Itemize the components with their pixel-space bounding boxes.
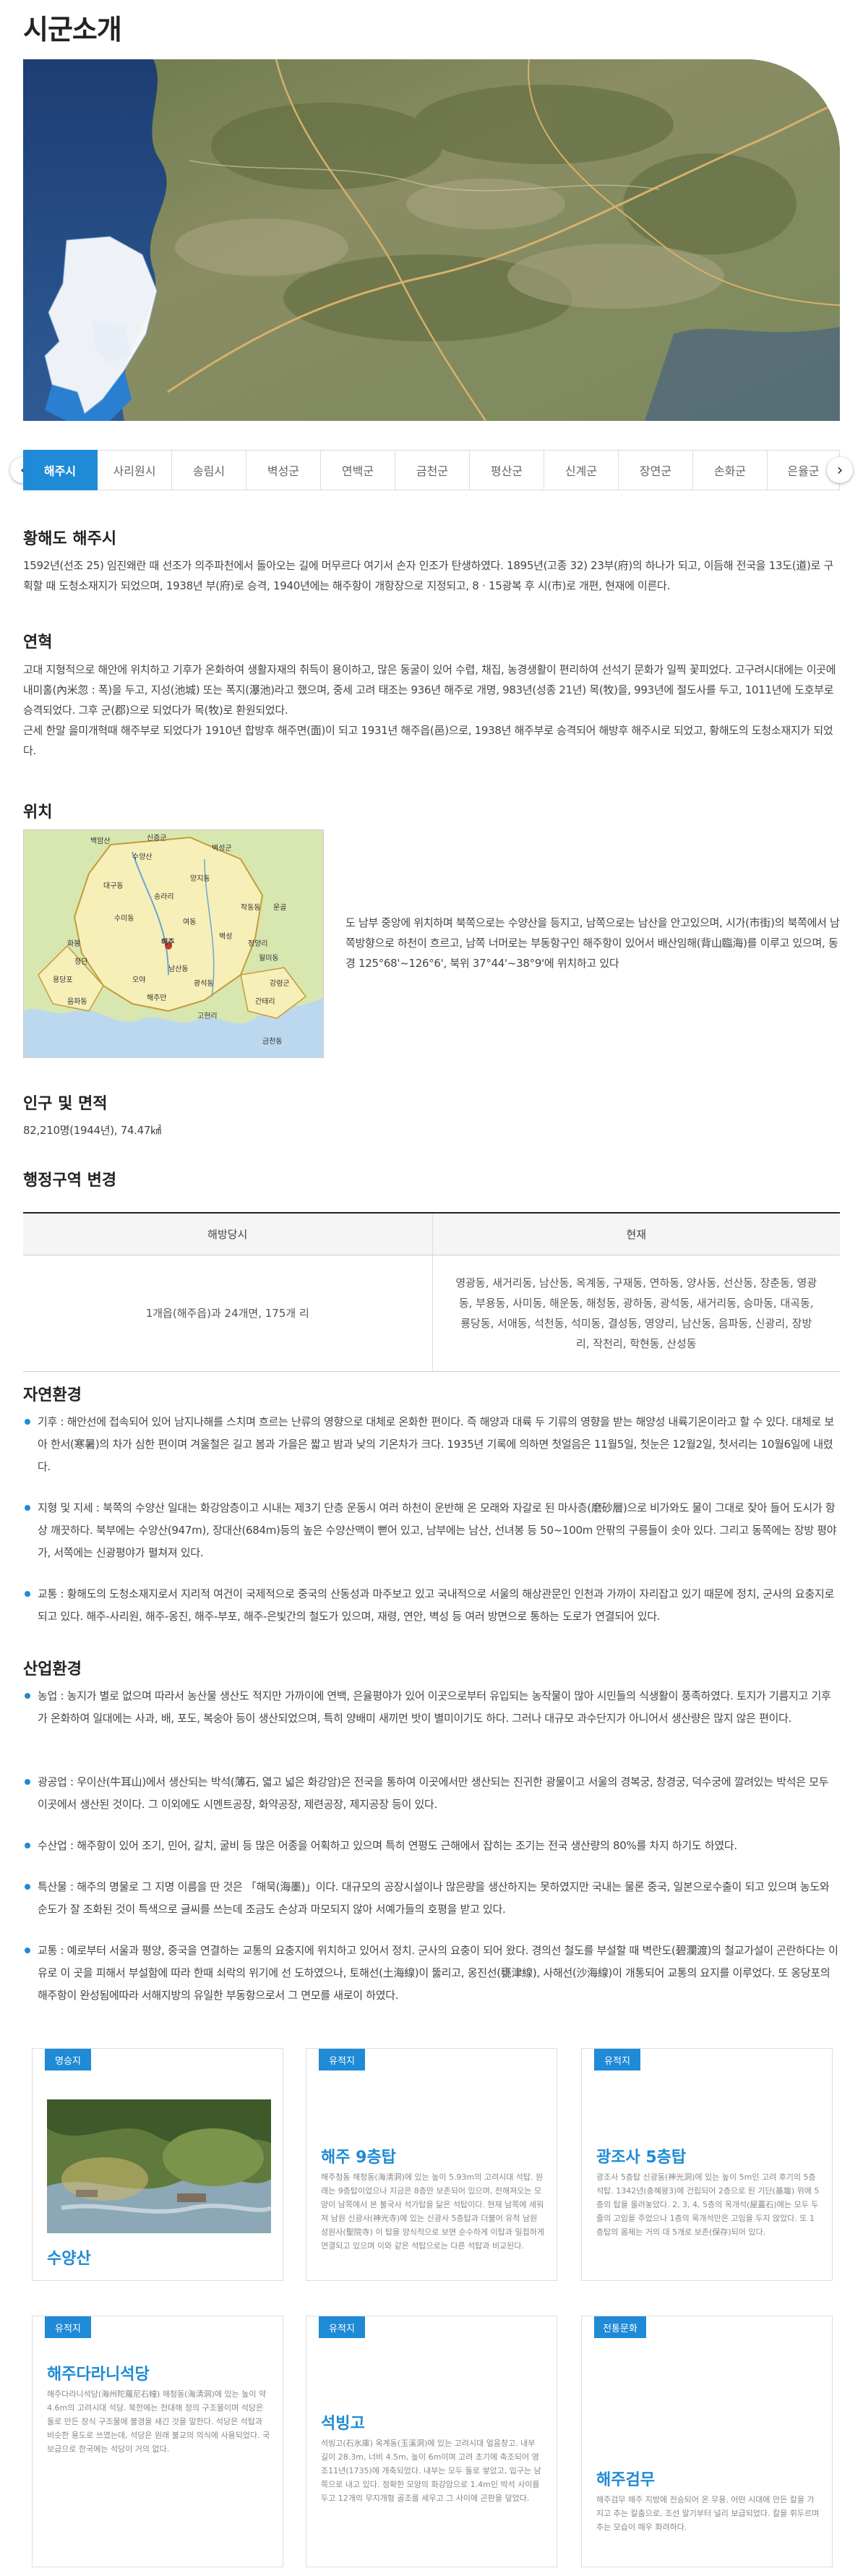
map-label: 정양리	[248, 939, 268, 948]
table-cell: 영광동, 새거리동, 남산동, 옥계동, 구재동, 연하동, 양사동, 선산동,…	[432, 1255, 840, 1372]
hero-satellite-map	[23, 59, 840, 421]
card-gwangjosa-pagoda[interactable]: 유적지 광조사 5층탑 광조사 5층탑 신광동(神光洞)에 있는 높이 5m인 …	[581, 2048, 833, 2281]
page-title: 시군소개	[23, 14, 122, 46]
industry-specialty: 특산물 : 해주의 명물로 그 지명 이름을 딴 것은 「해묵(海墨)」이다. …	[23, 1876, 840, 1921]
nature-terrain: 지형 및 지세 : 북쪽의 수양산 일대는 화강암층이고 시내는 제3기 단층 …	[23, 1497, 840, 1564]
map-label: 청단	[74, 958, 87, 966]
location-text: 도 남부 중앙에 위치하며 북쪽으로는 수양산을 등지고, 남쪽으로는 남산을 …	[345, 916, 840, 970]
card-badge: 유적지	[594, 2049, 640, 2070]
map-label: 광석동	[194, 979, 214, 988]
industry-transport: 교통 : 예로부터 서울과 평양, 중국을 연결하는 교통의 요충지에 위치하고…	[23, 1940, 840, 2007]
card-title: 해주다라니석당	[47, 2366, 150, 2384]
map-label: 신증군	[147, 834, 167, 843]
tab-songrim[interactable]: 송림시	[172, 450, 246, 490]
card-suyangsan[interactable]: 명승지 수양산	[32, 2048, 283, 2281]
card-haeju-sword-dance[interactable]: 전통문화 해주검무 해주검무 해주 지방에 전승되어 온 무용. 어떤 시대에 …	[581, 2316, 833, 2567]
card-description: 해주청동 해청동(海淸洞)에 있는 높이 5.93m의 고려시대 석탑. 원래는…	[321, 2172, 544, 2251]
card-description: 해주다라니석당(海州陀羅尼石幢) 해청동(海淸洞)에 있는 높이 약 4.6m의…	[47, 2389, 270, 2454]
admin-change-table: 해방당시 현재 1개읍(해주읍)과 24개면, 175개 리 영광동, 새거리동…	[23, 1212, 840, 1372]
card-title: 광조사 5층탑	[596, 2149, 687, 2167]
haeju-intro-text: 1592년(선조 25) 임진왜란 때 선조가 의주파천에서 돌아오는 길에 머…	[23, 559, 833, 592]
card-badge: 전통문화	[594, 2316, 646, 2338]
table-header: 해방당시	[23, 1213, 433, 1255]
table-cell: 1개읍(해주읍)과 24개면, 175개 리	[23, 1255, 433, 1372]
map-label: 간태리	[255, 997, 275, 1006]
tab-geumcheon[interactable]: 금천군	[395, 450, 470, 490]
card-description: 광조사 5층탑 신광동(神光洞)에 있는 높이 5m인 고려 후기의 5층 석탑…	[596, 2172, 820, 2237]
tab-sariwon[interactable]: 사리원시	[98, 450, 172, 490]
map-label: 운골	[273, 903, 286, 912]
card-description: 석빙고(石氷庫) 옥계동(玉溪洞)에 있는 고려시대 얼음창고. 내부 길이 2…	[321, 2439, 541, 2503]
map-label: 남산동	[168, 965, 189, 973]
tab-jangyeon[interactable]: 장연군	[619, 450, 693, 490]
card-badge: 명승지	[45, 2049, 91, 2070]
map-label: 양지동	[190, 874, 210, 883]
map-label: 작동동	[241, 903, 261, 912]
section-title-industry: 산업환경	[23, 1660, 82, 1679]
table-row: 1개읍(해주읍)과 24개면, 175개 리 영광동, 새거리동, 남산동, 옥…	[23, 1255, 840, 1372]
map-label: 여동	[183, 918, 196, 926]
card-description: 해주검무 해주 지방에 전승되어 온 무용. 어떤 시대에 만든 칼을 가지고 …	[596, 2495, 820, 2532]
card-badge: 유적지	[319, 2316, 365, 2338]
map-label: 월미동	[259, 954, 279, 963]
map-label: 해주만	[147, 993, 167, 1002]
map-label: 송라리	[154, 892, 174, 901]
map-label: 대구동	[103, 882, 124, 890]
section-title-haeju: 황해도 해주시	[23, 530, 117, 548]
map-label: 고현리	[197, 1012, 218, 1020]
card-title: 해주검무	[596, 2471, 655, 2489]
tab-next-button[interactable]: ›	[827, 457, 853, 483]
nature-climate: 기후 : 해안선에 접속되어 있어 남지나해를 스치며 흐르는 난류의 영향으로…	[23, 1411, 840, 1478]
card-haeju-9-pagoda[interactable]: 유적지 해주 9층탑 해주청동 해청동(海淸洞)에 있는 높이 5.93m의 고…	[306, 2048, 557, 2281]
section-title-location: 위치	[23, 803, 53, 822]
map-label: 용당포	[53, 976, 73, 984]
industry-agriculture: 농업 : 농지가 별로 없으며 따라서 농산물 생산도 적지만 가까이에 연백,…	[23, 1685, 840, 1730]
population-text: 82,210명(1944년), 74.47㎢	[23, 1124, 161, 1137]
card-title: 석빙고	[321, 2415, 365, 2433]
history-text: 고대 지형적으로 해안에 위치하고 기후가 온화하여 생활자재의 취득이 용이하…	[23, 663, 836, 757]
table-header: 현재	[432, 1213, 840, 1255]
card-title: 수양산	[47, 2250, 91, 2268]
map-label: 벽성군	[212, 844, 232, 853]
section-title-history: 연혁	[23, 634, 53, 652]
tab-pyeongsan[interactable]: 평산군	[470, 450, 544, 490]
card-seokbinggo[interactable]: 유적지 석빙고 석빙고(石氷庫) 옥계동(玉溪洞)에 있는 고려시대 얼음창고.…	[306, 2316, 557, 2567]
section-title-admin: 행정구역 변경	[23, 1172, 117, 1190]
map-label: 음파동	[67, 997, 87, 1006]
map-label: 금천동	[262, 1037, 283, 1046]
section-title-nature: 자연환경	[23, 1386, 82, 1404]
tab-singye[interactable]: 신계군	[544, 450, 619, 490]
card-badge: 유적지	[319, 2049, 365, 2070]
location-map: 백암산 신증군 수양산 벽성군 양지동 대구동 송라리 작동동 운골 수미동 여…	[23, 829, 324, 1058]
tab-yeonbaek[interactable]: 연백군	[321, 450, 395, 490]
section-title-population: 인구 및 면적	[23, 1095, 108, 1113]
card-title: 해주 9층탑	[321, 2149, 396, 2167]
card-dharani-pillar[interactable]: 유적지 해주다라니석당 해주다라니석당(海州陀羅尼石幢) 해청동(海淸洞)에 있…	[32, 2316, 283, 2567]
map-label: 오야	[132, 976, 145, 984]
map-label: 백암산	[90, 837, 111, 845]
map-label: 화봉	[67, 939, 80, 948]
industry-mining: 광공업 : 우이산(牛耳山)에서 생산되는 박석(薄石, 엷고 넓은 화강암)은…	[23, 1771, 840, 1816]
map-label: 강령군	[270, 979, 290, 988]
tab-haeju[interactable]: 해주시	[23, 450, 98, 490]
map-label: 수양산	[132, 853, 153, 861]
card-badge: 유적지	[45, 2316, 91, 2338]
map-label: 해주	[161, 937, 174, 947]
tab-byeokseong[interactable]: 벽성군	[246, 450, 321, 490]
suyangsan-photo	[47, 2099, 271, 2233]
map-label: 벽성	[219, 932, 232, 941]
nature-transport: 교통 : 황해도의 도청소재지로서 지리적 여건이 국제적으로 중국의 산동성과…	[23, 1583, 840, 1628]
industry-fishery: 수산업 : 해주항이 있어 조기, 민어, 갈치, 굴비 등 많은 어종을 어획…	[23, 1835, 840, 1857]
map-label: 수미동	[114, 914, 134, 923]
tab-sonhwa[interactable]: 손화군	[693, 450, 768, 490]
